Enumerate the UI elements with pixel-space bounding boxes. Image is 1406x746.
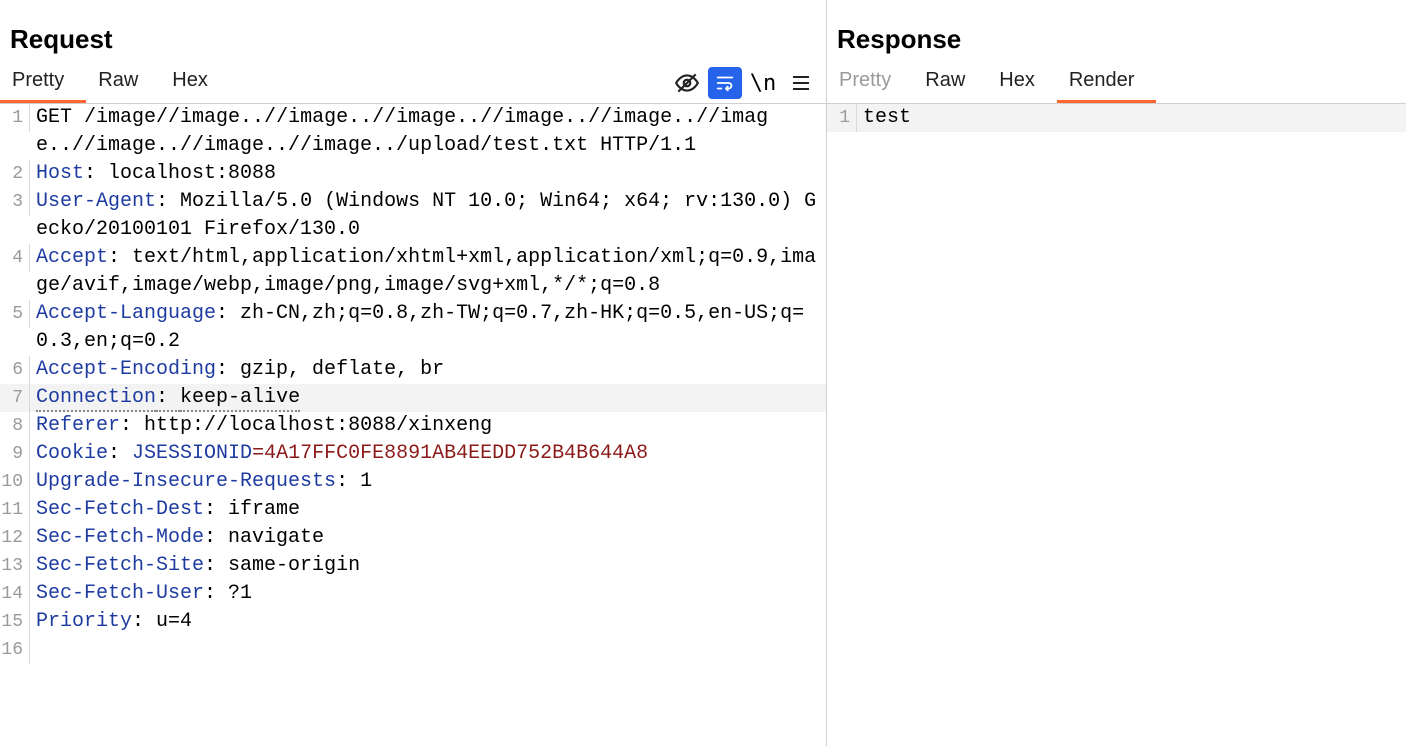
line-number: 8	[0, 412, 30, 440]
code-content[interactable]: Accept-Encoding: gzip, deflate, br	[30, 356, 826, 384]
code-line[interactable]: 1test	[827, 104, 1406, 132]
code-line[interactable]: 4Accept: text/html,application/xhtml+xml…	[0, 244, 826, 300]
code-content[interactable]: test	[857, 104, 1406, 132]
code-line[interactable]: 2Host: localhost:8088	[0, 160, 826, 188]
request-title: Request	[0, 0, 826, 63]
response-title: Response	[827, 0, 1406, 63]
code-content[interactable]: Host: localhost:8088	[30, 160, 826, 188]
tab-pretty[interactable]: Pretty	[827, 63, 913, 103]
line-number: 15	[0, 608, 30, 636]
code-content[interactable]: Priority: u=4	[30, 608, 826, 636]
request-pane: Request PrettyRawHex \n 1GET /image//i	[0, 0, 827, 746]
code-line[interactable]: 12Sec-Fetch-Mode: navigate	[0, 524, 826, 552]
code-line[interactable]: 3User-Agent: Mozilla/5.0 (Windows NT 10.…	[0, 188, 826, 244]
code-content[interactable]: Sec-Fetch-Site: same-origin	[30, 552, 826, 580]
tab-hex[interactable]: Hex	[987, 63, 1057, 103]
response-viewer[interactable]: 1test	[827, 104, 1406, 746]
code-content[interactable]: Accept: text/html,application/xhtml+xml,…	[30, 244, 826, 300]
code-line[interactable]: 1GET /image//image..//image..//image..//…	[0, 104, 826, 160]
line-number: 16	[0, 636, 30, 664]
code-line[interactable]: 7Connection: keep-alive	[0, 384, 826, 412]
line-number: 4	[0, 244, 30, 272]
code-content[interactable]: Sec-Fetch-Dest: iframe	[30, 496, 826, 524]
line-number: 11	[0, 496, 30, 524]
code-content[interactable]: GET /image//image..//image..//image..//i…	[30, 104, 826, 160]
code-line[interactable]: 6Accept-Encoding: gzip, deflate, br	[0, 356, 826, 384]
code-line[interactable]: 13Sec-Fetch-Site: same-origin	[0, 552, 826, 580]
tab-raw[interactable]: Raw	[913, 63, 987, 103]
line-number: 1	[827, 104, 857, 132]
wrap-icon[interactable]	[708, 67, 742, 99]
visibility-off-icon[interactable]	[670, 67, 704, 99]
code-line[interactable]: 10Upgrade-Insecure-Requests: 1	[0, 468, 826, 496]
tab-render[interactable]: Render	[1057, 63, 1157, 103]
response-pane: Response PrettyRawHexRender 1test	[827, 0, 1406, 746]
line-number: 1	[0, 104, 30, 132]
code-line[interactable]: 16	[0, 636, 826, 664]
line-number: 13	[0, 552, 30, 580]
request-editor[interactable]: 1GET /image//image..//image..//image..//…	[0, 104, 826, 746]
response-tabbar: PrettyRawHexRender	[827, 63, 1406, 104]
code-content[interactable]: Sec-Fetch-User: ?1	[30, 580, 826, 608]
line-number: 9	[0, 440, 30, 468]
line-number: 7	[0, 384, 30, 412]
code-content[interactable]: Cookie: JSESSIONID=4A17FFC0FE8891AB4EEDD…	[30, 440, 826, 468]
code-content[interactable]: Connection: keep-alive	[30, 384, 826, 412]
newline-icon[interactable]: \n	[746, 67, 780, 99]
tab-raw[interactable]: Raw	[86, 63, 160, 103]
code-line[interactable]: 11Sec-Fetch-Dest: iframe	[0, 496, 826, 524]
code-content[interactable]: Upgrade-Insecure-Requests: 1	[30, 468, 826, 496]
code-line[interactable]: 14Sec-Fetch-User: ?1	[0, 580, 826, 608]
tab-hex[interactable]: Hex	[160, 63, 230, 103]
line-number: 6	[0, 356, 30, 384]
line-number: 12	[0, 524, 30, 552]
line-number: 14	[0, 580, 30, 608]
menu-icon[interactable]	[784, 67, 818, 99]
code-line[interactable]: 8Referer: http://localhost:8088/xinxeng	[0, 412, 826, 440]
code-content[interactable]: Sec-Fetch-Mode: navigate	[30, 524, 826, 552]
code-line[interactable]: 15Priority: u=4	[0, 608, 826, 636]
code-line[interactable]: 9Cookie: JSESSIONID=4A17FFC0FE8891AB4EED…	[0, 440, 826, 468]
line-number: 3	[0, 188, 30, 216]
code-content[interactable]: User-Agent: Mozilla/5.0 (Windows NT 10.0…	[30, 188, 826, 244]
line-number: 2	[0, 160, 30, 188]
code-content[interactable]: Accept-Language: zh-CN,zh;q=0.8,zh-TW;q=…	[30, 300, 826, 356]
line-number: 10	[0, 468, 30, 496]
line-number: 5	[0, 300, 30, 328]
tab-pretty[interactable]: Pretty	[0, 63, 86, 103]
code-content[interactable]: Referer: http://localhost:8088/xinxeng	[30, 412, 826, 440]
request-tabbar: PrettyRawHex \n	[0, 63, 826, 104]
code-line[interactable]: 5Accept-Language: zh-CN,zh;q=0.8,zh-TW;q…	[0, 300, 826, 356]
